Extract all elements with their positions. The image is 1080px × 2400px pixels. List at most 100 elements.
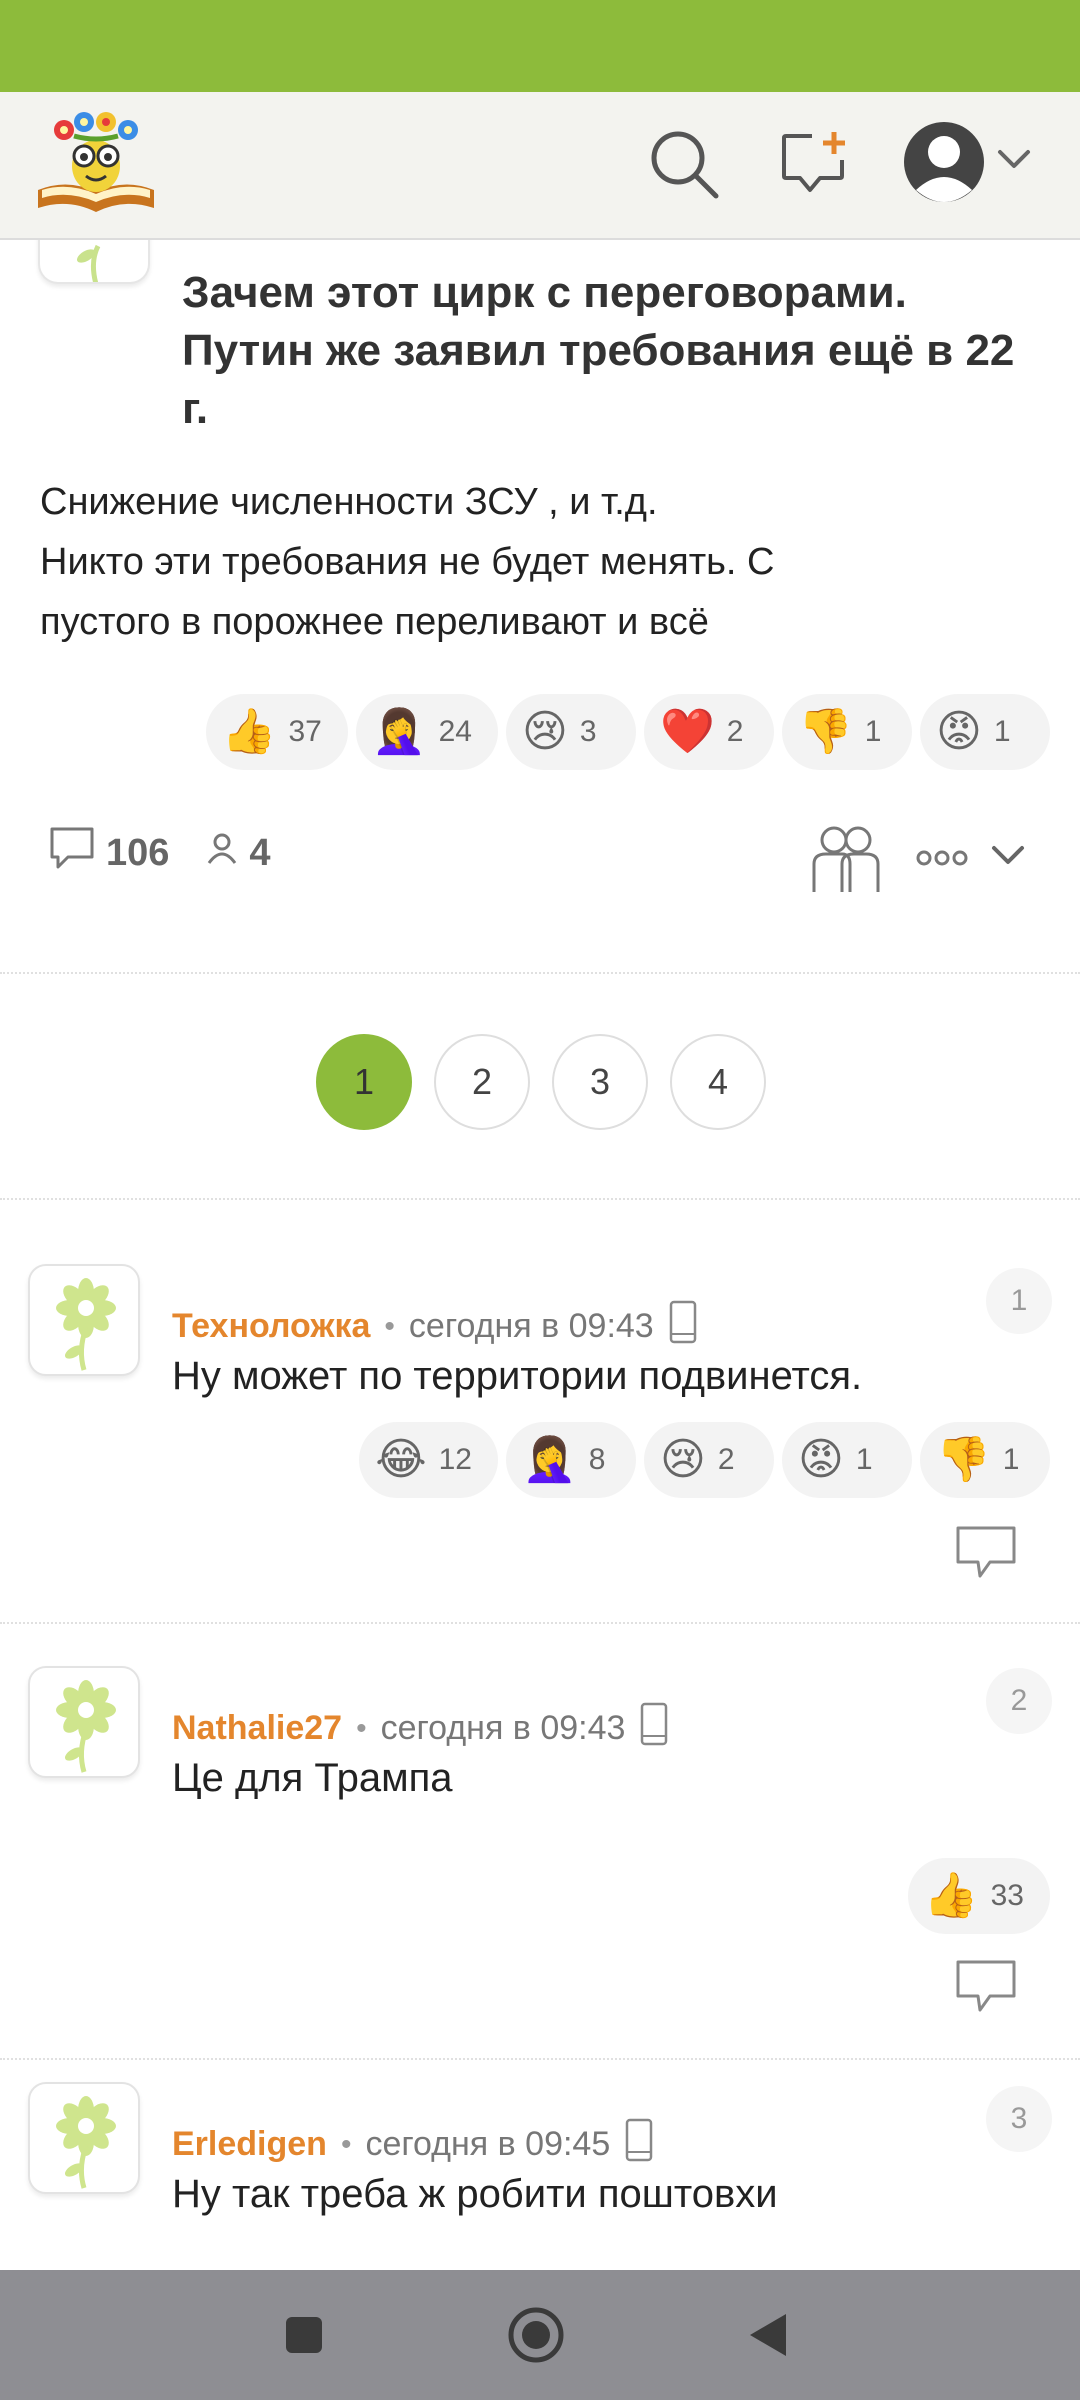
comment-avatar[interactable] xyxy=(28,1666,140,1778)
laughing-face-icon: 😂 xyxy=(375,1435,427,1484)
angry-face-icon: 😡 xyxy=(936,707,982,756)
system-navigation-bar xyxy=(0,2270,1080,2400)
chevron-down-icon[interactable] xyxy=(990,844,1026,868)
reaction-count: 1 xyxy=(855,1443,873,1476)
reaction-dislike[interactable]: 👎 1 xyxy=(782,694,912,770)
comment-reactions: 👍 33 xyxy=(907,1858,1050,1934)
feed-content: Зачем этот цирк с переговорами. Путин же… xyxy=(0,240,1080,2270)
page-button-4[interactable]: 4 xyxy=(670,1034,766,1130)
comment: Erledigen • сегодня в 09:45 3 Ну так тре… xyxy=(0,2058,1080,2270)
post-body-line: Снижение численности ЗСУ , и т.д. xyxy=(40,481,658,523)
flower-avatar-icon xyxy=(56,2096,116,2189)
comment-time: сегодня в 09:43 xyxy=(408,1307,654,1345)
add-post-icon[interactable] xyxy=(780,128,852,200)
reaction-dislike[interactable]: 👎 1 xyxy=(920,1422,1050,1498)
facepalm-icon: 🤦‍♀️ xyxy=(522,1435,577,1484)
post-title[interactable]: Зачем этот цирк с переговорами. Путин же… xyxy=(182,264,1042,438)
divider xyxy=(0,972,1080,974)
reaction-count: 37 xyxy=(288,715,322,748)
post-body: Снижение численности ЗСУ , и т.д. Никто … xyxy=(40,472,1040,652)
thumbs-down-icon: 👎 xyxy=(936,1435,991,1484)
reaction-angry[interactable]: 😡 1 xyxy=(920,694,1050,770)
comments-count: 106 xyxy=(106,831,170,874)
comments-stat[interactable]: 106 xyxy=(48,825,169,881)
angry-face-icon: 😡 xyxy=(798,1435,844,1484)
more-icon[interactable] xyxy=(916,848,968,868)
reaction-laugh[interactable]: 😂 12 xyxy=(359,1422,498,1498)
comment-meta: Erledigen • сегодня в 09:45 xyxy=(172,2118,654,2171)
reaction-angry[interactable]: 😡 1 xyxy=(782,1422,912,1498)
comment-time: сегодня в 09:45 xyxy=(365,2125,611,2163)
chevron-down-icon[interactable] xyxy=(996,148,1032,172)
reaction-count: 24 xyxy=(438,715,472,748)
meta-separator: • xyxy=(356,1711,367,1745)
flower-avatar-icon xyxy=(56,1680,116,1773)
post-reactions: 👍 37 🤦‍♀️ 24 😢 3 ❤️ 2 👎 1 😡 1 xyxy=(205,694,1050,770)
comment-text: Ну так треба ж робити поштовхи xyxy=(172,2172,778,2216)
reaction-heart[interactable]: ❤️ 2 xyxy=(644,694,774,770)
thumbs-up-icon: 👍 xyxy=(923,1871,979,1920)
back-icon[interactable] xyxy=(708,2270,828,2400)
reaction-sad[interactable]: 😢 3 xyxy=(506,694,636,770)
page-button-3[interactable]: 3 xyxy=(552,1034,648,1130)
home-icon[interactable] xyxy=(476,2270,596,2400)
post-stats: 106 4 xyxy=(48,825,307,881)
comment-number[interactable]: 1 xyxy=(986,1268,1052,1334)
comment-avatar[interactable] xyxy=(28,2082,140,2194)
status-bar xyxy=(0,0,1080,92)
crying-face-icon: 😢 xyxy=(522,707,568,756)
thumbs-up-icon: 👍 xyxy=(221,707,277,756)
comment-author[interactable]: Erledigen xyxy=(172,2125,327,2164)
comment-meta: Nathalie27 • сегодня в 09:43 xyxy=(172,1702,669,1755)
app-header xyxy=(0,92,1080,240)
post-body-line: Никто эти требования не будет менять. С xyxy=(40,541,775,583)
reaction-facepalm[interactable]: 🤦‍♀️ 8 xyxy=(506,1422,636,1498)
group-icon[interactable] xyxy=(810,824,882,894)
participants-count: 4 xyxy=(249,831,271,874)
post-author-avatar[interactable] xyxy=(38,240,150,284)
comment-reactions: 😂 12 🤦‍♀️ 8 😢 2 😡 1 👎 1 xyxy=(359,1422,1050,1498)
pagination: 1 2 3 4 xyxy=(316,1034,766,1130)
phone-device-icon xyxy=(639,1702,669,1755)
recent-apps-icon[interactable] xyxy=(244,2270,364,2400)
facepalm-icon: 🤦‍♀️ xyxy=(371,707,427,756)
comment-text: Ну может по территории подвинется. xyxy=(172,1354,863,1398)
comment-number[interactable]: 2 xyxy=(986,1668,1052,1734)
comment-author[interactable]: Техноложка xyxy=(172,1307,370,1346)
reaction-count: 12 xyxy=(438,1443,472,1476)
page-button-1[interactable]: 1 xyxy=(316,1034,412,1130)
search-icon[interactable] xyxy=(648,128,720,200)
site-logo[interactable] xyxy=(34,108,158,220)
heart-icon: ❤️ xyxy=(660,707,715,756)
reaction-like[interactable]: 👍 33 xyxy=(907,1858,1050,1934)
crying-face-icon: 😢 xyxy=(660,1435,706,1484)
comment-meta: Техноложка • сегодня в 09:43 xyxy=(172,1300,698,1353)
meta-separator: • xyxy=(340,2127,352,2161)
phone-device-icon xyxy=(668,1300,698,1353)
meta-separator: • xyxy=(384,1309,395,1343)
page-button-2[interactable]: 2 xyxy=(434,1034,530,1130)
reaction-count: 2 xyxy=(717,1443,735,1476)
reaction-facepalm[interactable]: 🤦‍♀️ 24 xyxy=(355,694,498,770)
thumbs-down-icon: 👎 xyxy=(798,707,853,756)
phone-device-icon xyxy=(624,2118,654,2171)
reaction-count: 1 xyxy=(1002,1443,1020,1476)
participants-stat[interactable]: 4 xyxy=(205,831,271,875)
reaction-count: 1 xyxy=(864,715,882,748)
comment-text: Це для Трампа xyxy=(172,1756,453,1800)
reaction-count: 2 xyxy=(726,715,744,748)
comment-author[interactable]: Nathalie27 xyxy=(172,1709,342,1748)
profile-icon[interactable] xyxy=(902,120,986,204)
comment-number[interactable]: 3 xyxy=(986,2086,1052,2152)
reaction-count: 3 xyxy=(579,715,597,748)
reaction-sad[interactable]: 😢 2 xyxy=(644,1422,774,1498)
post-body-line: пустого в порожнее переливают и всё xyxy=(40,601,709,643)
reply-icon[interactable] xyxy=(954,1524,1018,1585)
reaction-count: 1 xyxy=(993,715,1011,748)
comments-icon xyxy=(48,825,96,881)
comment-avatar[interactable] xyxy=(28,1264,140,1376)
participants-icon xyxy=(205,831,239,875)
reaction-like[interactable]: 👍 37 xyxy=(205,694,348,770)
reply-icon[interactable] xyxy=(954,1958,1018,2019)
comment: Nathalie27 • сегодня в 09:43 2 Це для Тр… xyxy=(0,1622,1080,2058)
